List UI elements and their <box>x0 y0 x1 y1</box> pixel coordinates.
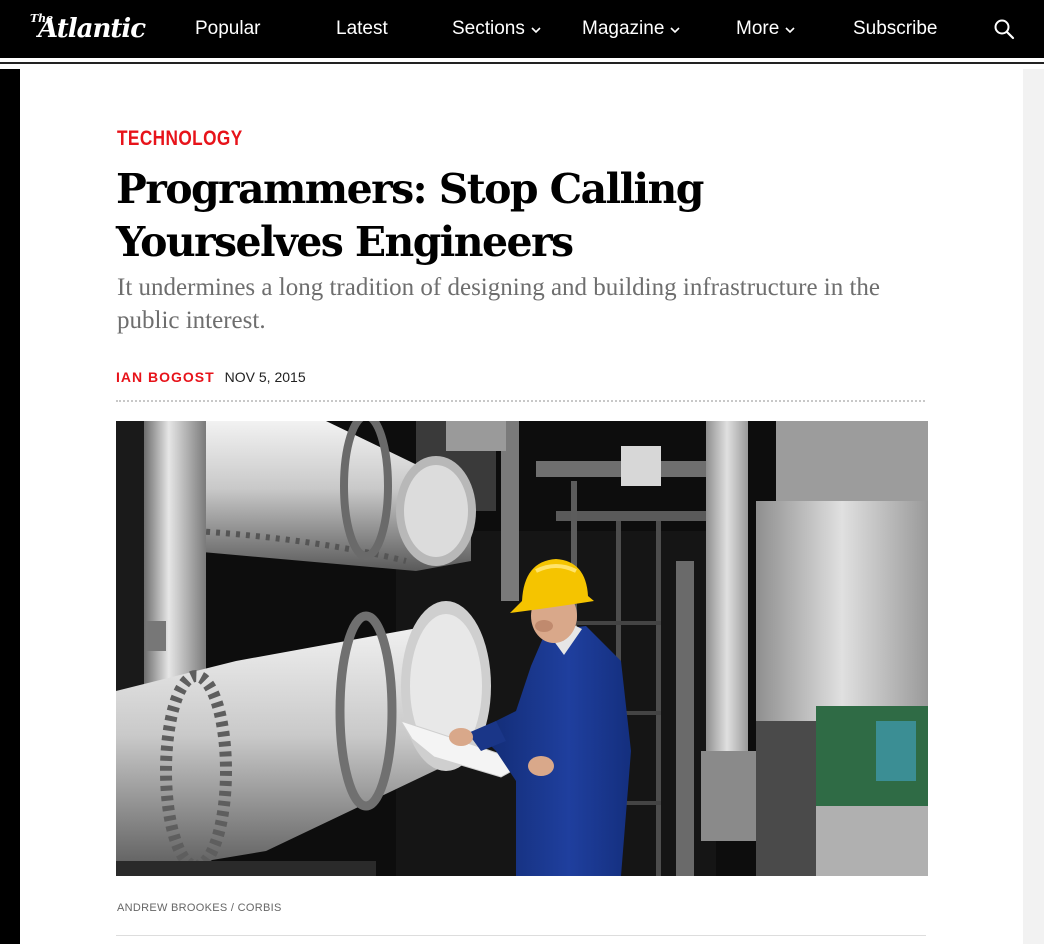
bottom-divider <box>116 935 926 936</box>
nav-magazine[interactable]: Magazine <box>582 18 681 40</box>
dotted-divider <box>116 400 925 402</box>
article-page: TECHNOLOGY Programmers: Stop Calling You… <box>20 69 1023 944</box>
author-link[interactable]: IAN BOGOST <box>116 369 215 385</box>
nav-popular-label: Popular <box>195 18 261 39</box>
chevron-down-icon <box>531 27 541 34</box>
nav-latest-label: Latest <box>336 18 388 39</box>
section-label[interactable]: TECHNOLOGY <box>117 127 243 151</box>
nav-popular[interactable]: Popular <box>195 18 261 40</box>
chevron-down-icon <box>785 27 795 34</box>
article-headline: Programmers: Stop Calling Yourselves Eng… <box>116 165 704 266</box>
nav-sections-label: Sections <box>452 18 525 39</box>
search-icon[interactable] <box>992 17 1016 41</box>
nav-subscribe-label: Subscribe <box>853 18 938 39</box>
site-header: The Atlantic Popular Latest Sections Mag… <box>0 0 1044 58</box>
publish-date: NOV 5, 2015 <box>224 369 306 385</box>
photo-credit: ANDREW BROOKES / CORBIS <box>117 902 282 914</box>
byline: IAN BOGOST NOV 5, 2015 <box>116 369 306 385</box>
nav-more-label: More <box>736 18 780 39</box>
header-divider <box>0 58 1044 69</box>
nav-subscribe[interactable]: Subscribe <box>853 18 938 40</box>
article-dek: It undermines a long tradition of design… <box>117 274 881 334</box>
nav-magazine-label: Magazine <box>582 18 665 39</box>
chevron-down-icon <box>670 27 680 34</box>
hero-image <box>116 421 928 876</box>
logo-name: Atlantic <box>38 14 146 44</box>
nav-sections[interactable]: Sections <box>452 18 542 40</box>
scrollbar-track[interactable] <box>1023 69 1044 944</box>
industrial-pipes-photo <box>116 421 928 876</box>
nav-more[interactable]: More <box>736 18 796 40</box>
nav-latest[interactable]: Latest <box>336 18 388 40</box>
